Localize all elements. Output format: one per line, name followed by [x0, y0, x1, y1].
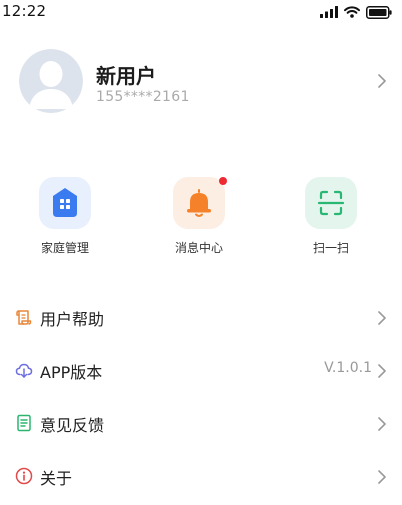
default-avatar-icon: [19, 49, 83, 113]
menu-label: 意见反馈: [40, 416, 105, 435]
cloud-download-icon: [15, 361, 33, 379]
menu-item-about[interactable]: 关于: [0, 451, 402, 501]
shortcut-scan[interactable]: 扫一扫: [271, 176, 391, 260]
bell-icon: [173, 177, 225, 229]
shortcut-family-management[interactable]: 家庭管理: [5, 176, 125, 260]
signal-icon: [320, 6, 338, 18]
chevron-right-icon: [378, 416, 386, 435]
menu-label: 用户帮助: [40, 310, 105, 329]
menu-label: 关于: [40, 469, 73, 488]
menu-label: APP版本: [40, 363, 103, 382]
menu-item-user-help[interactable]: 用户帮助: [0, 292, 402, 342]
shortcut-message-center[interactable]: 消息中心: [139, 176, 259, 260]
status-icons: [320, 5, 392, 19]
chevron-right-icon: [378, 310, 386, 329]
chevron-right-icon: [378, 73, 386, 92]
feedback-document-icon: [15, 414, 33, 432]
app-version-value: V.1.0.1: [324, 360, 372, 376]
status-bar: 12:22: [0, 0, 402, 24]
shortcut-label: 消息中心: [174, 241, 223, 255]
status-time: 12:22: [2, 2, 47, 20]
shortcut-row: 家庭管理 消息中心 扫一扫: [0, 176, 402, 266]
info-icon: [15, 467, 33, 485]
menu-item-feedback[interactable]: 意见反馈: [0, 398, 402, 448]
chevron-right-icon: [378, 363, 386, 382]
profile-card[interactable]: 新用户 155****2161: [0, 32, 402, 132]
user-phone: 155****2161: [96, 89, 190, 105]
wifi-icon: [344, 6, 360, 18]
chevron-right-icon: [378, 469, 386, 488]
shortcut-label: 家庭管理: [40, 241, 89, 255]
menu-item-app-version[interactable]: APP版本 V.1.0.1: [0, 345, 402, 395]
notification-badge: [219, 177, 227, 185]
home-management-icon: [39, 177, 91, 229]
help-scroll-icon: [15, 308, 33, 326]
scan-icon: [305, 177, 357, 229]
user-name: 新用户: [96, 64, 156, 88]
shortcut-label: 扫一扫: [312, 241, 349, 255]
battery-icon: [366, 5, 392, 19]
